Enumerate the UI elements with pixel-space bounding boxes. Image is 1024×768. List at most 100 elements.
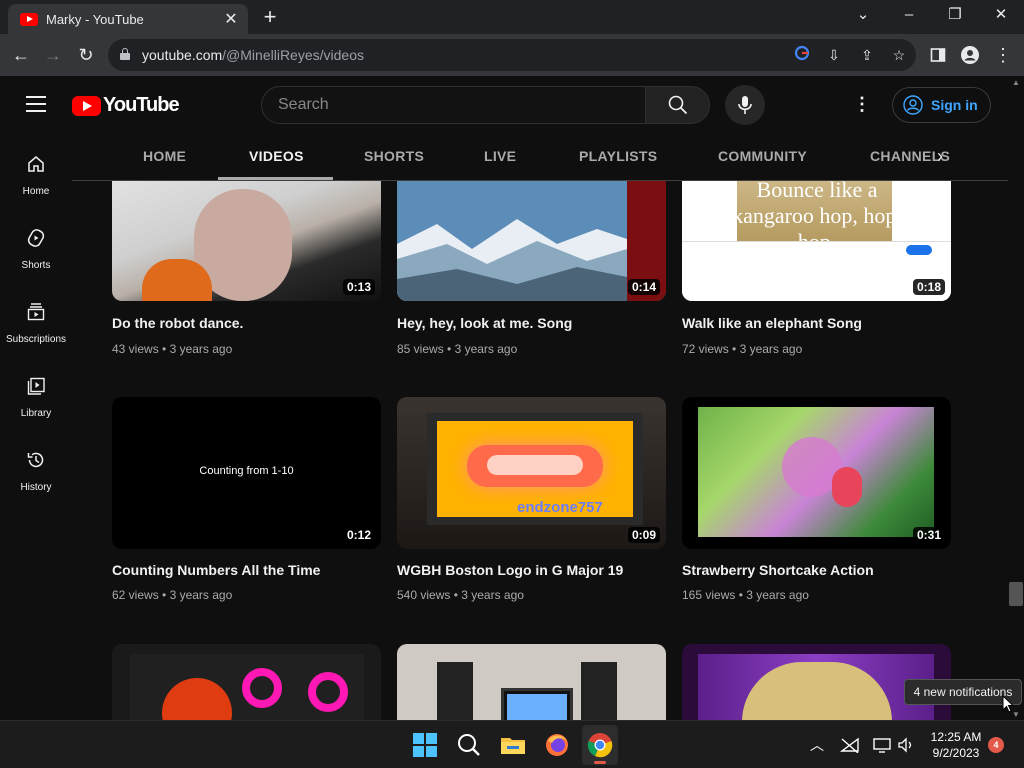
youtube-page: YouTube Search ⋮ Sign in Home Shorts Sub…	[0, 76, 1024, 720]
browser-menu-icon[interactable]: ⋮	[990, 42, 1016, 68]
youtube-logo-icon	[72, 95, 101, 116]
video-thumbnail[interactable]: endzone757 0:09	[397, 397, 666, 549]
tab-live[interactable]: LIVE	[484, 148, 516, 164]
video-grid: 0:13 Do the robot dance. 43 views • 3 ye…	[72, 181, 1008, 720]
microphone-icon	[738, 96, 752, 114]
settings-menu-icon[interactable]: ⋮	[852, 94, 872, 114]
video-thumbnail[interactable]	[397, 644, 666, 720]
video-title[interactable]: Do the robot dance.	[112, 315, 243, 331]
tab-videos[interactable]: VIDEOS	[249, 148, 304, 164]
chrome-icon	[587, 733, 613, 758]
video-title[interactable]: WGBH Boston Logo in G Major 19	[397, 562, 623, 578]
sidebar-item-library[interactable]: Library	[0, 368, 72, 438]
menu-icon[interactable]	[26, 96, 46, 112]
endzone-watermark: endzone757	[517, 499, 603, 516]
video-thumbnail[interactable]: Counting from 1-10 0:12	[112, 397, 381, 549]
close-window-button[interactable]: ✕	[981, 4, 1021, 26]
video-duration: 0:14	[627, 279, 660, 295]
mouse-cursor-icon	[1002, 695, 1014, 713]
search-icon[interactable]	[455, 731, 483, 759]
address-bar[interactable]: youtube.com/@MinelliReyes/videos ⇩ ⇪ ☆	[108, 39, 916, 71]
channel-tabs: HOME VIDEOS SHORTS LIVE PLAYLISTS COMMUN…	[72, 132, 1008, 181]
video-metadata: 85 views • 3 years ago	[397, 342, 518, 356]
notification-count-badge[interactable]: 4	[988, 737, 1004, 753]
clock-time: 12:25 AM	[930, 730, 982, 744]
subscriptions-icon	[27, 303, 45, 321]
sidebar-item-subscriptions[interactable]: Subscriptions	[0, 294, 72, 364]
reload-button[interactable]: ↻	[73, 42, 99, 68]
firefox-icon[interactable]	[543, 731, 571, 759]
library-icon	[27, 377, 45, 395]
show-hidden-icons-chevron-up-icon[interactable]: ︿	[810, 735, 824, 755]
video-metadata: 165 views • 3 years ago	[682, 588, 809, 602]
browser-tab[interactable]: Marky - YouTube ✕	[8, 4, 248, 34]
restore-button[interactable]: ❐	[935, 4, 975, 26]
video-duration: 0:09	[627, 527, 660, 543]
search-button[interactable]	[645, 86, 710, 124]
sidebar-item-label: Library	[20, 408, 52, 419]
sign-in-label: Sign in	[931, 97, 978, 113]
sidebar-item-label: Shorts	[21, 260, 51, 271]
video-title[interactable]: Counting Numbers All the Time	[112, 562, 320, 578]
video-thumbnail[interactable]: 0:14	[397, 181, 666, 301]
minimize-button[interactable]: –	[889, 4, 929, 26]
active-tab-indicator	[218, 177, 333, 180]
sidebar-item-home[interactable]: Home	[0, 146, 72, 216]
scrollbar-thumb[interactable]	[1009, 582, 1023, 606]
video-title[interactable]: Walk like an elephant Song	[682, 315, 862, 331]
tab-title: Marky - YouTube	[46, 11, 144, 27]
video-duration: 0:13	[342, 279, 375, 295]
tab-community[interactable]: COMMUNITY	[718, 148, 807, 164]
sidebar-item-shorts[interactable]: Shorts	[0, 220, 72, 290]
mini-guide-sidebar: Home Shorts Subscriptions Library Histor…	[0, 132, 72, 720]
search-input[interactable]: Search	[261, 86, 646, 124]
tab-shorts[interactable]: SHORTS	[364, 148, 424, 164]
youtube-logo[interactable]: YouTube	[72, 94, 180, 117]
display-icon[interactable]	[872, 737, 892, 753]
share-icon[interactable]: ⇪	[857, 45, 877, 65]
chrome-taskbar-button[interactable]	[582, 725, 618, 765]
new-tab-button[interactable]: +	[258, 6, 282, 28]
scroll-up-arrow-icon[interactable]: ▲	[1012, 78, 1020, 87]
sidebar-item-label: Subscriptions	[5, 334, 67, 345]
tab-search-chevron-down-icon[interactable]: ⌄	[843, 4, 883, 26]
clock[interactable]: 12:25 AM 9/2/2023	[928, 729, 984, 761]
install-app-icon[interactable]: ⇩	[824, 45, 844, 65]
tab-playlists[interactable]: PLAYLISTS	[579, 148, 657, 164]
tab-home[interactable]: HOME	[143, 148, 186, 164]
video-thumbnail[interactable]	[112, 644, 381, 720]
video-duration: 0:18	[912, 279, 945, 295]
windows-start-icon[interactable]	[411, 731, 439, 759]
bookmark-star-icon[interactable]: ☆	[889, 45, 909, 65]
volume-icon[interactable]	[897, 737, 915, 753]
youtube-header: YouTube Search ⋮ Sign in	[0, 76, 1008, 132]
video-thumbnail[interactable]: 0:13	[112, 181, 381, 301]
video-thumbnail[interactable]: 0:31	[682, 397, 951, 549]
video-metadata: 43 views • 3 years ago	[112, 342, 233, 356]
back-button[interactable]: ←	[8, 42, 34, 68]
page-scrollbar[interactable]	[1008, 76, 1024, 720]
clock-date: 9/2/2023	[932, 746, 980, 760]
chevron-right-icon[interactable]: ›	[928, 144, 952, 168]
sidebar-item-history[interactable]: History	[0, 442, 72, 512]
side-panel-icon[interactable]	[925, 42, 951, 68]
google-lens-icon[interactable]	[792, 45, 812, 65]
youtube-favicon-icon	[20, 12, 38, 26]
history-icon	[27, 452, 44, 468]
file-explorer-icon[interactable]	[499, 731, 527, 759]
network-disconnected-icon[interactable]	[840, 737, 860, 753]
video-title[interactable]: Strawberry Shortcake Action	[682, 562, 874, 578]
url-text[interactable]: youtube.com/@MinelliReyes/videos	[142, 47, 364, 63]
sidebar-item-label: History	[20, 482, 52, 493]
video-thumbnail[interactable]: Bounce like a kangaroo hop, hop, hop. 0:…	[682, 181, 951, 301]
video-title[interactable]: Hey, hey, look at me. Song	[397, 315, 572, 331]
browser-toolbar: ← → ↻ youtube.com/@MinelliReyes/videos ⇩…	[0, 34, 1024, 76]
sign-in-button[interactable]: Sign in	[892, 87, 991, 123]
windows-taskbar: ︿ 12:25 AM 9/2/2023 4	[0, 720, 1024, 768]
close-tab-icon[interactable]: ✕	[222, 9, 240, 29]
account-icon	[903, 95, 923, 115]
forward-button[interactable]: →	[40, 42, 66, 68]
video-metadata: 72 views • 3 years ago	[682, 342, 803, 356]
voice-search-button[interactable]	[725, 85, 765, 125]
profile-icon[interactable]	[957, 42, 983, 68]
